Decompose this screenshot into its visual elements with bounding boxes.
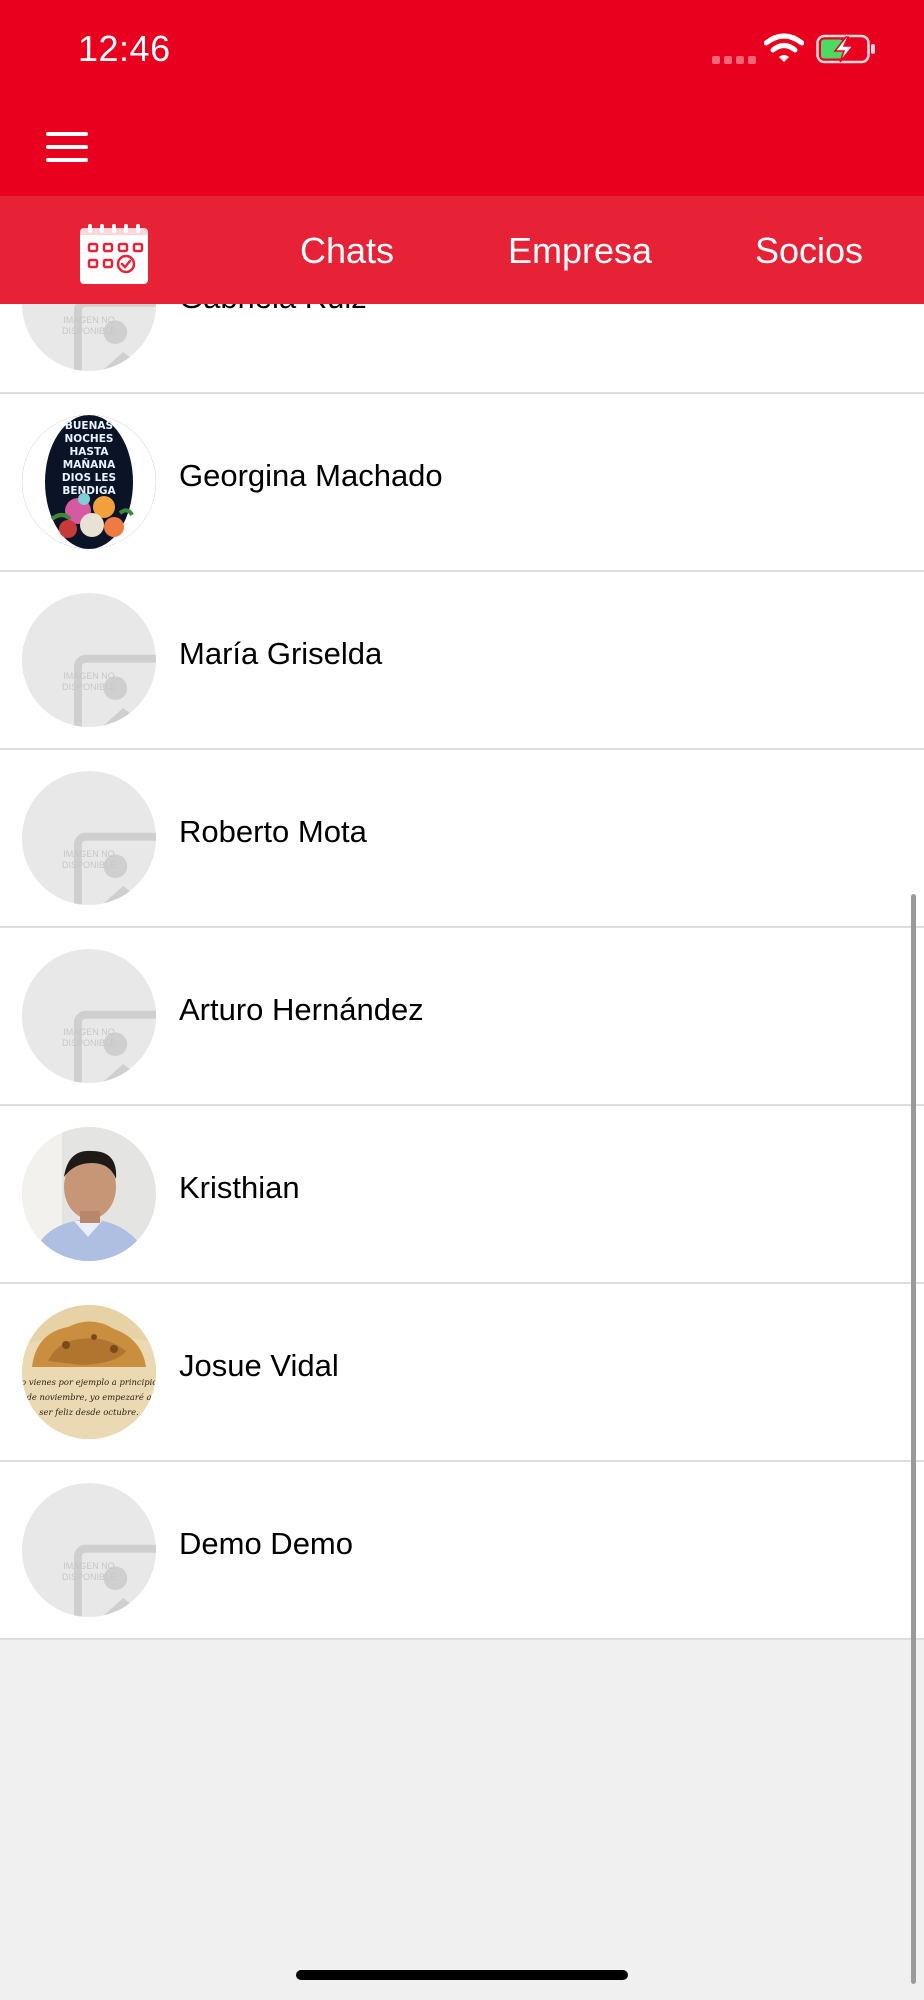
placeholder-text: Imagen no disponible: [61, 849, 117, 870]
contact-list-area[interactable]: Imagen nodisponible Gabriela Ruiz BUENAS…: [0, 304, 924, 2000]
placeholder-text: Imagen no disponible: [61, 1027, 117, 1048]
buenas-noches-image: BUENAS NOCHES HASTA MAÑANA DIOS LES BEND…: [22, 415, 156, 549]
contact-row-josue-vidal[interactable]: Yo vienes por ejemplo a principios de no…: [0, 1284, 924, 1462]
svg-text:de noviembre, yo empezaré a: de noviembre, yo empezaré a: [26, 1392, 151, 1402]
status-time: 12:46: [78, 28, 171, 69]
scrollbar[interactable]: [911, 894, 916, 1984]
placeholder-text: Imagen no disponible: [61, 315, 117, 336]
contact-name: Demo Demo: [179, 1526, 353, 1561]
svg-text:Yo vienes por ejemplo a princi: Yo vienes por ejemplo a principios: [22, 1377, 156, 1387]
contact-name: Roberto Mota: [179, 814, 367, 849]
battery-charging-icon: [816, 34, 875, 64]
placeholder-text: Imagen no disponible: [61, 1561, 117, 1582]
svg-text:BENDIGA: BENDIGA: [62, 485, 116, 497]
tab-empresa[interactable]: Empresa: [508, 230, 652, 272]
avatar-placeholder: Imagen no disponible: [22, 771, 156, 905]
svg-text:BUENAS: BUENAS: [65, 420, 113, 432]
avatar-image: BUENAS NOCHES HASTA MAÑANA DIOS LES BEND…: [22, 415, 156, 549]
tab-chats[interactable]: Chats: [300, 230, 394, 272]
avatar-placeholder: Imagen no disponible: [22, 949, 156, 1083]
contact-list: Imagen nodisponible Gabriela Ruiz BUENAS…: [0, 304, 924, 1640]
contact-row-demo-demo[interactable]: Imagen no disponible Demo Demo: [0, 1462, 924, 1640]
contact-name: Arturo Hernández: [179, 992, 424, 1027]
contact-row-kristhian[interactable]: Kristhian: [0, 1106, 924, 1284]
contact-name: Gabriela Ruiz: [179, 304, 367, 316]
person-photo: [22, 1127, 156, 1261]
wifi-icon: [764, 33, 804, 62]
app-bar: [0, 100, 924, 196]
avatar-placeholder: Imagen no disponible: [22, 304, 156, 371]
contact-row-arturo-hernandez[interactable]: Imagen no disponible Arturo Hernández: [0, 928, 924, 1106]
svg-text:HASTA: HASTA: [70, 446, 110, 458]
svg-text:ser feliz desde octubre.: ser feliz desde octubre.: [39, 1407, 138, 1417]
tab-socios[interactable]: Socios: [755, 230, 863, 272]
signal-strength-icon: [712, 56, 756, 64]
contact-row-maria-griselda[interactable]: Imagen no disponible María Griselda: [0, 572, 924, 750]
svg-text:NOCHES: NOCHES: [65, 433, 114, 445]
tab-bar: Chats Empresa Socios: [0, 196, 924, 304]
placeholder-text: Imagen no disponible: [61, 671, 117, 692]
avatar-placeholder: Imagen no disponible: [22, 1483, 156, 1617]
quote-image: Yo vienes por ejemplo a principios de no…: [22, 1305, 156, 1439]
svg-text:MAÑANA: MAÑANA: [63, 458, 116, 471]
home-indicator[interactable]: [296, 1970, 628, 1980]
calendar-check-icon[interactable]: [80, 224, 148, 284]
contact-name: Kristhian: [179, 1170, 300, 1205]
contact-name: Georgina Machado: [179, 458, 443, 493]
hamburger-menu-icon[interactable]: [46, 130, 90, 164]
contact-row-georgina-machado[interactable]: BUENAS NOCHES HASTA MAÑANA DIOS LES BEND…: [0, 394, 924, 572]
svg-text:DIOS LES: DIOS LES: [62, 472, 116, 484]
avatar-placeholder: Imagen no disponible: [22, 593, 156, 727]
contact-row-gabriela-ruiz[interactable]: Imagen nodisponible Gabriela Ruiz: [0, 304, 924, 394]
contact-row-roberto-mota[interactable]: Imagen no disponible Roberto Mota: [0, 750, 924, 928]
contact-name: María Griselda: [179, 636, 383, 671]
contact-name: Josue Vidal: [179, 1348, 339, 1383]
status-bar: 12:46: [0, 0, 924, 100]
avatar-photo: [22, 1127, 156, 1261]
avatar-image: Yo vienes por ejemplo a principios de no…: [22, 1305, 156, 1439]
